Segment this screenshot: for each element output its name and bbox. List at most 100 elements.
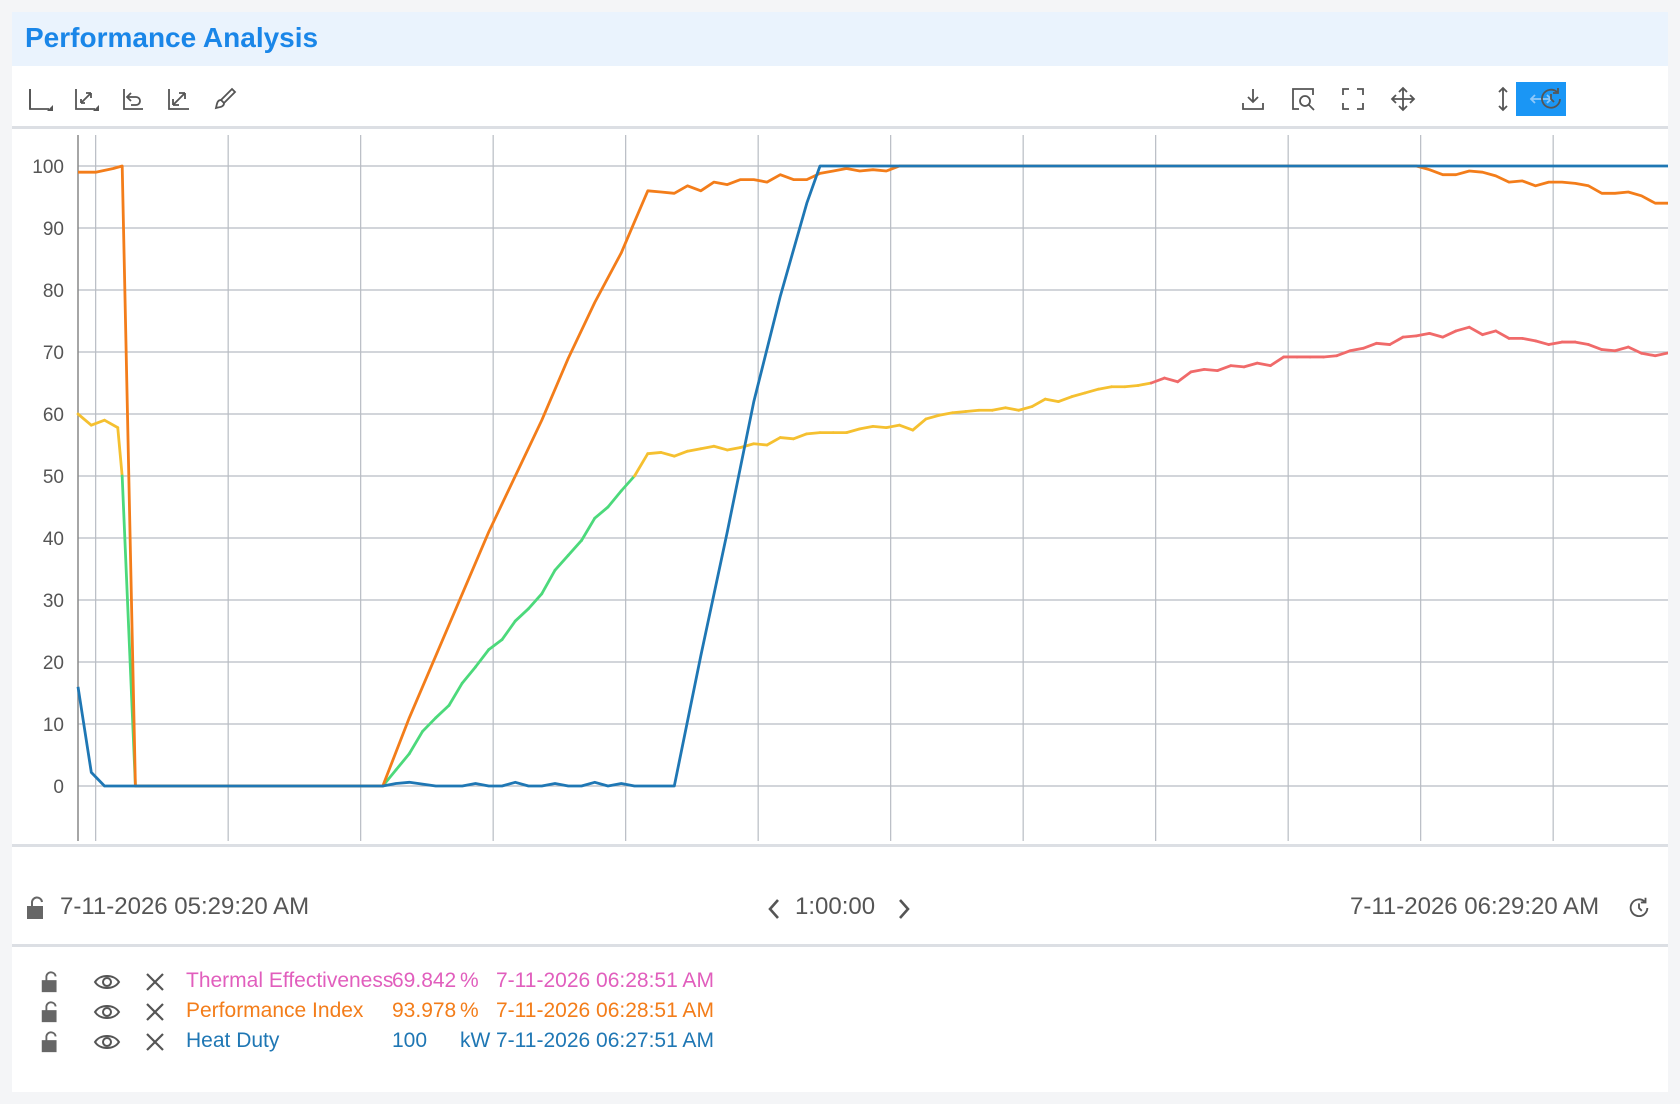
series-segment-thermal-effectiveness [527,592,544,611]
download-icon[interactable] [1236,82,1270,116]
line-chart[interactable]: 0 10 20 30 40 50 60 70 80 90 100 05:30 AM 05:35 AM 05… [12,129,1670,878]
eye-icon[interactable] [92,1027,122,1057]
series-segment-thermal-effectiveness [103,418,120,430]
series-segment-thermal-effectiveness [434,704,451,720]
chart-area[interactable]: 0 10 20 30 40 50 60 70 80 90 100 05:30 AM 05:35 AM 05… [12,129,1670,878]
series-segment-thermal-effectiveness [1494,329,1511,340]
series-segment-thermal-effectiveness [845,427,862,435]
undo-zoom-icon[interactable] [116,82,150,116]
series-segment-thermal-effectiveness [1348,346,1365,353]
chart-panel: Performance Analysis 0 10 20 30 40 50 60… [12,12,1670,1092]
series-segment-thermal-effectiveness [1454,325,1471,333]
y-tick-label: 10 [43,715,64,736]
series-segment-thermal-effectiveness [1057,395,1074,404]
series-segment-thermal-effectiveness [513,607,530,623]
lock-icon[interactable] [36,1027,66,1057]
range-duration[interactable]: 1:00:00 [795,893,875,921]
series-segment-thermal-effectiveness [712,444,729,452]
series-segment-thermal-effectiveness [752,442,769,447]
range-refresh-icon[interactable] [1624,893,1654,923]
series-segment-thermal-effectiveness [898,423,915,432]
legend-value: 69.842 [392,969,457,992]
pan-icon[interactable] [1386,82,1420,116]
zoom-axes-icon[interactable] [70,82,104,116]
series-segment-thermal-effectiveness [964,408,981,413]
series-segment-thermal-effectiveness [1361,341,1378,350]
lock-icon[interactable] [36,997,66,1027]
close-icon[interactable] [140,997,170,1027]
series-segment-thermal-effectiveness [1600,348,1617,353]
chevron-right-icon[interactable] [892,895,916,923]
series-segment-thermal-effectiveness [937,411,954,417]
x-tick-label: 05:45 AM [453,857,533,859]
y-tick-label: 80 [43,281,64,302]
refresh-time-icon[interactable] [1534,82,1568,116]
series-segment-thermal-effectiveness [1534,339,1551,346]
panel-title: Performance Analysis [25,22,319,53]
eye-icon[interactable] [92,967,122,997]
series-segment-thermal-effectiveness [394,752,411,772]
x-tick-label: 05:35 AM [188,857,268,859]
legend-unit: % [460,999,479,1022]
close-icon[interactable] [140,967,170,997]
y-tick-label: 100 [32,157,64,178]
series-segment-thermal-effectiveness [858,424,875,431]
legend-value: 93.978 [392,999,457,1022]
series-segment-thermal-effectiveness [1613,345,1630,353]
legend-unit: % [460,969,479,992]
series-segment-thermal-effectiveness [593,505,610,520]
legend-label[interactable]: Performance Index [186,999,363,1023]
x-tick-label: 05:50 AM [586,857,666,859]
chevron-left-icon[interactable] [762,895,786,923]
brush-icon[interactable] [208,82,242,116]
series-segment-thermal-effectiveness [1242,361,1259,369]
y-tick-label: 90 [43,219,64,240]
series-segment-thermal-effectiveness [116,426,124,478]
legend-label[interactable]: Thermal Effectiveness [186,969,393,993]
eye-icon[interactable] [92,997,122,1027]
series-segment-thermal-effectiveness [739,442,756,449]
range-start[interactable]: 7-11-2026 05:29:20 AM [60,893,309,921]
series-segment-thermal-effectiveness [487,638,504,651]
y-tick-label: 40 [43,529,64,550]
series-segment-thermal-effectiveness [924,413,941,421]
series-segment-thermal-effectiveness [580,516,597,542]
legend-row: Thermal Effectiveness 69.842 % 7-11-2026… [12,967,1668,997]
series-segment-thermal-effectiveness [725,446,742,452]
series-segment-thermal-effectiveness [1255,361,1272,368]
series-segment-thermal-effectiveness [884,423,901,430]
y-tick-label: 70 [43,343,64,364]
series-segment-thermal-effectiveness [1149,376,1166,385]
close-icon[interactable] [140,1027,170,1057]
series-segment-thermal-effectiveness [1136,381,1153,387]
series-segment-thermal-effectiveness [1520,336,1537,343]
time-range-bar: 7-11-2026 05:29:20 AM 1:00:00 7-11-2026 … [12,867,1668,947]
series-segment-thermal-effectiveness [1640,351,1657,358]
range-lock-icon[interactable] [22,893,52,923]
vertical-zoom-icon[interactable] [1486,82,1520,116]
series-segment-thermal-effectiveness [672,449,689,458]
x-tick-label: 06:20 AM [1381,857,1461,859]
series-segment-thermal-effectiveness [792,432,809,441]
series-segment-thermal-effectiveness [1573,340,1590,346]
legend-timestamp: 7-11-2026 06:27:51 AM [496,1029,714,1052]
y-tick-label: 50 [43,467,64,488]
legend-label[interactable]: Heat Duty [186,1029,279,1053]
axis-config-icon[interactable] [24,82,58,116]
series-segment-thermal-effectiveness [1587,343,1604,351]
series-segment-thermal-effectiveness [1653,351,1670,358]
series-segment-thermal-effectiveness [89,418,106,427]
series-segment-thermal-effectiveness [1467,325,1484,337]
lock-icon[interactable] [36,967,66,997]
trend-icon[interactable] [162,82,196,116]
range-end[interactable]: 7-11-2026 06:29:20 AM [1350,893,1599,921]
series-segment-thermal-effectiveness [699,444,716,451]
series-segment-thermal-effectiveness [1043,397,1060,404]
series-segment-thermal-effectiveness [1163,376,1180,384]
zoom-select-icon[interactable] [1286,82,1320,116]
series-segment-thermal-effectiveness [566,539,583,557]
series-segment-thermal-effectiveness [765,436,782,447]
legend-unit: kW [460,1029,491,1052]
series-segment-thermal-effectiveness [76,412,93,427]
fullscreen-icon[interactable] [1336,82,1370,116]
